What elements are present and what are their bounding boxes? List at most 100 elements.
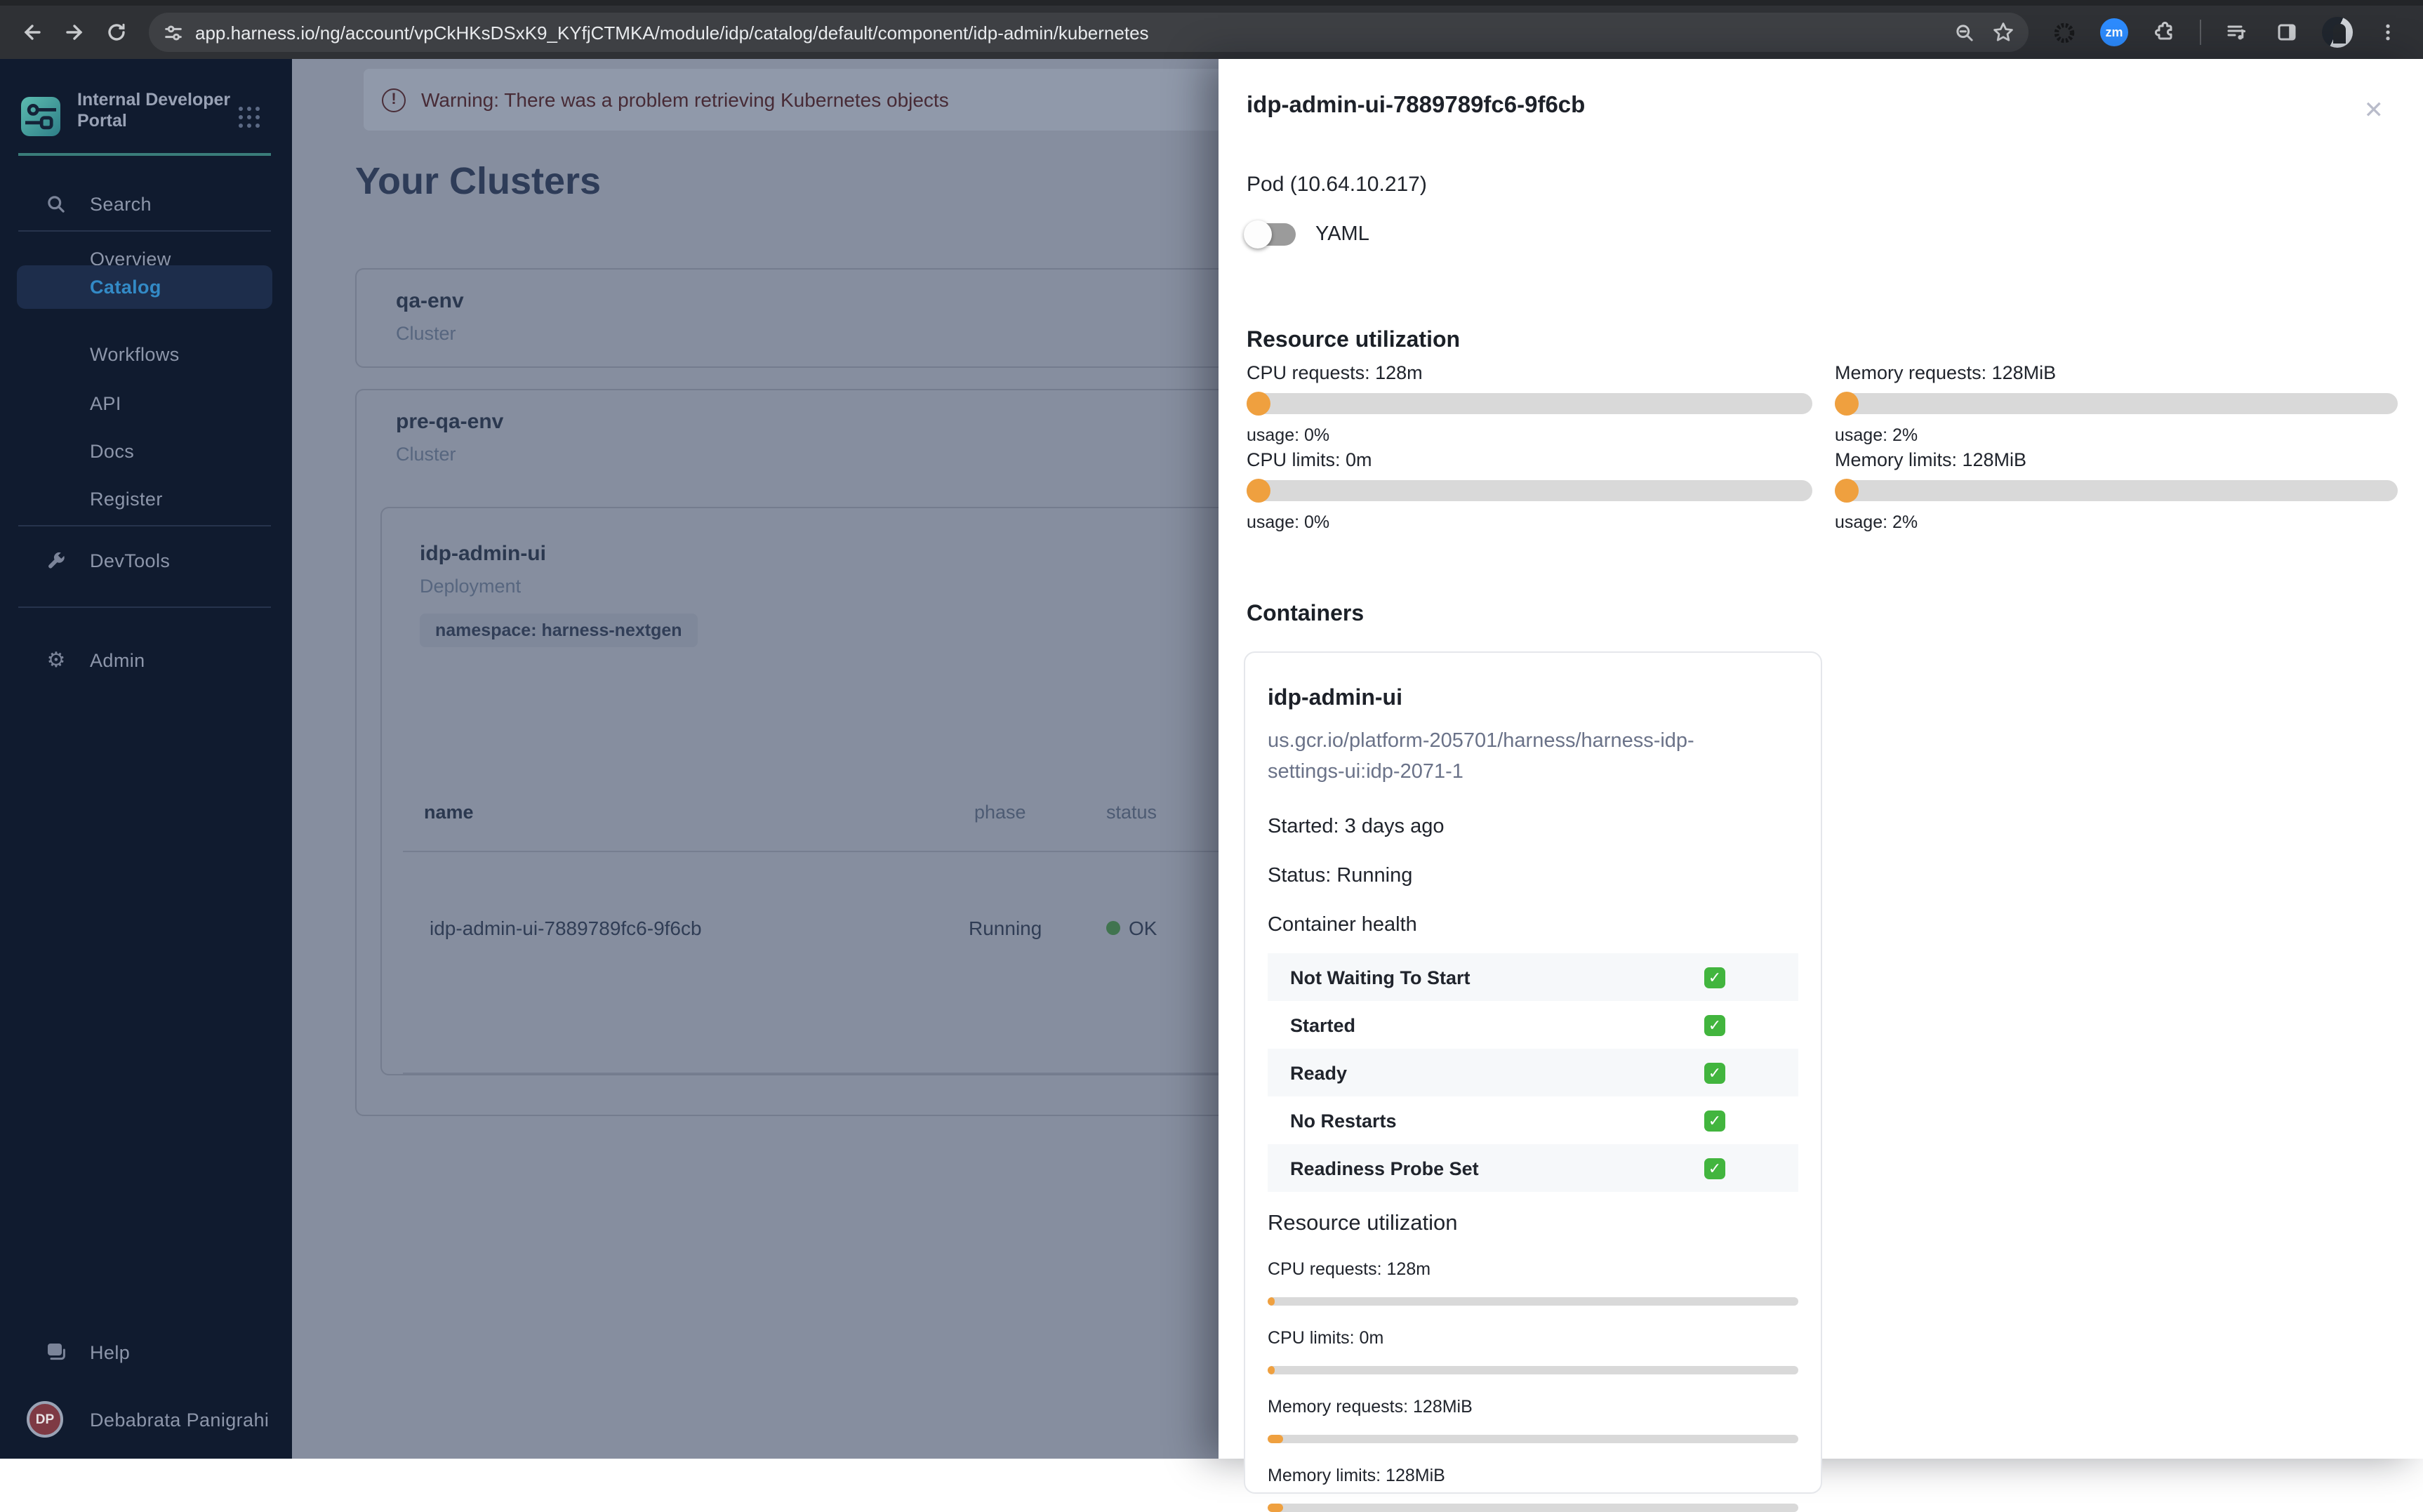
reload-icon[interactable] (95, 11, 138, 53)
toolbar-separator (2200, 20, 2201, 45)
table-divider (403, 1073, 1219, 1074)
pod-details-drawer: idp-admin-ui-7889789fc6-9f6cb ✕ Pod (10.… (1219, 59, 2423, 1512)
browser-toolbar: app.harness.io/ng/account/vpCkHKsDSxK9_K… (0, 0, 2423, 59)
resource-utilization-grid: CPU requests: 128m usage: 0% Memory requ… (1247, 362, 2398, 536)
pod-phase-cell: Running (969, 917, 1042, 939)
col-status: status (1106, 802, 1157, 823)
media-playlist-icon[interactable] (2215, 11, 2257, 53)
bookmark-star-icon[interactable] (1992, 21, 2014, 44)
forward-icon[interactable] (53, 11, 95, 53)
sidebar-divider (18, 525, 271, 526)
card-resource-heading: Resource utilization (1268, 1212, 1458, 1235)
check-icon: ✓ (1704, 967, 1725, 988)
screen: app.harness.io/ng/account/vpCkHKsDSxK9_K… (0, 0, 2423, 1512)
cluster-kind: Cluster (396, 323, 456, 344)
container-card: idp-admin-ui us.gcr.io/platform-205701/h… (1244, 651, 1822, 1512)
warning-text: Warning: There was a problem retrieving … (421, 88, 949, 111)
warning-icon: ! (382, 88, 406, 112)
deployment-kind: Deployment (420, 576, 522, 597)
svg-text:?: ? (51, 1344, 58, 1356)
yaml-toggle-label: YAML (1315, 223, 1369, 246)
card-cpu-limits-bar (1268, 1366, 1798, 1374)
warning-banner: ! Warning: There was a problem retrievin… (364, 69, 1219, 131)
health-row: Readiness Probe Set ✓ (1268, 1144, 1798, 1192)
metric-cpu-requests: CPU requests: 128m usage: 0% (1247, 362, 1812, 449)
product-title: Internal Developer Portal (77, 90, 231, 131)
sidebar: Internal Developer Portal Search Overvie… (0, 59, 292, 1459)
sidebar-item-docs[interactable]: Docs (0, 430, 292, 472)
toggle-knob[interactable] (1244, 220, 1272, 248)
sidebar-item-workflows[interactable]: Workflows (0, 333, 292, 375)
table-row[interactable]: idp-admin-ui-7889789fc6-9f6cb Running OK (382, 906, 1219, 950)
sidebar-item-catalog[interactable]: Catalog (17, 265, 272, 309)
container-started: Started: 3 days ago (1268, 816, 1445, 838)
address-bar[interactable]: app.harness.io/ng/account/vpCkHKsDSxK9_K… (149, 13, 2029, 52)
health-row: Ready ✓ (1268, 1049, 1798, 1096)
bar-knob (1247, 479, 1270, 503)
container-name: idp-admin-ui (1268, 687, 1402, 710)
cluster-card-qa-env[interactable]: qa-env Cluster (355, 268, 1219, 368)
toggle-track[interactable] (1244, 220, 1296, 248)
deployment-card[interactable]: idp-admin-ui Deployment namespace: harne… (380, 507, 1219, 1075)
resource-utilization-heading: Resource utilization (1247, 329, 1461, 352)
side-panel-icon[interactable] (2266, 11, 2308, 53)
cluster-kind: Cluster (396, 444, 456, 465)
card-cpu-requests-bar (1268, 1297, 1798, 1306)
container-health-heading: Container health (1268, 914, 1417, 936)
close-icon[interactable]: ✕ (2364, 98, 2384, 122)
metric-cpu-limits: CPU limits: 0m usage: 0% (1247, 449, 1812, 536)
sidebar-item-api[interactable]: API (0, 382, 292, 424)
page-zoom-icon[interactable] (1954, 22, 1975, 43)
extensions-puzzle-icon[interactable] (2144, 11, 2186, 53)
cluster-name: qa-env (396, 289, 464, 313)
user-name: Debabrata Panigrahi (90, 1409, 270, 1430)
sidebar-item-search[interactable]: Search (0, 183, 292, 225)
container-image: us.gcr.io/platform-205701/harness/harnes… (1268, 730, 1694, 783)
tune-icon[interactable] (163, 22, 184, 43)
pod-status-cell: OK (1129, 917, 1157, 939)
memory-requests-bar (1835, 392, 2398, 416)
health-row: Started ✓ (1268, 1001, 1798, 1049)
sidebar-divider (18, 606, 271, 608)
sidebar-divider (18, 230, 271, 232)
sidebar-item-admin[interactable]: ⚙ Admin (0, 639, 292, 681)
yaml-toggle[interactable]: YAML (1244, 220, 1369, 248)
cpu-limits-bar (1247, 479, 1812, 503)
card-memory-limits-bar (1268, 1504, 1798, 1512)
bar-knob (1835, 392, 1859, 416)
drawer-title: idp-admin-ui-7889789fc6-9f6cb (1247, 93, 1586, 118)
url-text[interactable]: app.harness.io/ng/account/vpCkHKsDSxK9_K… (195, 22, 1954, 43)
memory-limits-bar (1835, 479, 2398, 503)
gear-icon: ⚙ (46, 649, 66, 672)
cpu-requests-bar (1247, 392, 1812, 416)
sidebar-item-register[interactable]: Register (0, 477, 292, 519)
cluster-card-pre-qa-env[interactable]: pre-qa-env Cluster idp-admin-ui Deployme… (355, 389, 1219, 1116)
zoom-app-icon[interactable]: zm (2093, 11, 2135, 53)
profile-avatar[interactable] (2316, 11, 2358, 53)
user-menu[interactable]: DP Debabrata Panigrahi (0, 1395, 292, 1443)
check-icon: ✓ (1704, 1014, 1725, 1035)
container-health-list: Not Waiting To Start ✓ Started ✓ Ready ✓… (1268, 953, 1798, 1192)
help-icon: ? (45, 1341, 67, 1363)
metric-memory-requests: Memory requests: 128MiB usage: 2% (1835, 362, 2398, 449)
sidebar-item-devtools[interactable]: DevTools (0, 539, 292, 581)
pod-name-cell[interactable]: idp-admin-ui-7889789fc6-9f6cb (430, 917, 702, 939)
apps-grid-icon[interactable] (239, 107, 261, 129)
sidebar-item-help[interactable]: ? Help (0, 1331, 292, 1373)
namespace-chip: namespace: harness-nextgen (420, 614, 698, 647)
col-phase: phase (974, 802, 1026, 823)
sidebar-item-label: Search (90, 193, 152, 214)
health-row: Not Waiting To Start ✓ (1268, 953, 1798, 1001)
table-divider (403, 851, 1219, 852)
check-icon: ✓ (1704, 1062, 1725, 1083)
health-row: No Restarts ✓ (1268, 1096, 1798, 1144)
browser-menu-icon[interactable] (2367, 11, 2409, 53)
help-label: Help (90, 1341, 131, 1362)
extension-spinner-icon[interactable] (2043, 11, 2085, 53)
page-title: Your Clusters (355, 160, 602, 202)
catalog-page-dimmed: ! Warning: There was a problem retrievin… (292, 59, 1219, 1459)
container-status: Status: Running (1268, 865, 1413, 887)
header-divider (18, 153, 271, 156)
back-icon[interactable] (11, 11, 53, 53)
metric-memory-limits: Memory limits: 128MiB usage: 2% (1835, 449, 2398, 536)
